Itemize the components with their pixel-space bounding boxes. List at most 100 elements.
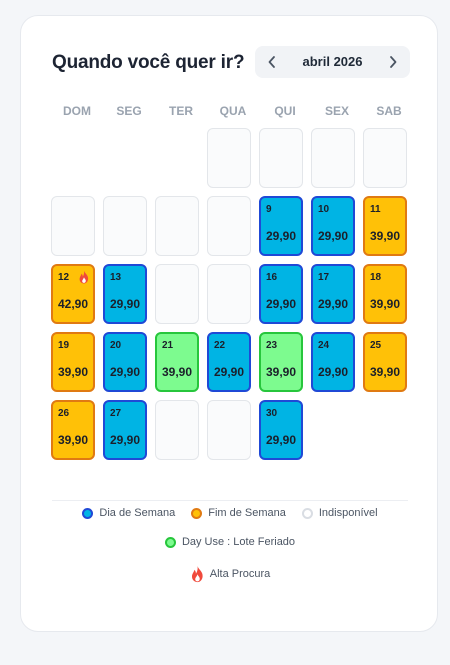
day-cell[interactable]: 19 39,90	[51, 332, 95, 392]
legend-unavailable: Indisponível	[301, 507, 378, 519]
day-cell[interactable]: 30 29,90	[259, 400, 303, 460]
day-cell[interactable]: 25 39,90	[363, 332, 407, 392]
day-price: 39,90	[370, 229, 401, 243]
day-price: 29,90	[110, 297, 141, 311]
unavailable-day-cell	[155, 196, 199, 256]
day-number: 18	[370, 272, 382, 283]
weekday-header-qui: QUI	[274, 104, 296, 118]
legend-label: Indisponível	[318, 507, 378, 519]
day-cell[interactable]: 13 29,90	[103, 264, 147, 324]
day-number: 25	[370, 340, 382, 351]
day-price: 29,90	[318, 365, 349, 379]
fire-icon	[79, 270, 89, 284]
unavailable-day-cell	[259, 128, 303, 188]
weekday-header-dom: DOM	[63, 104, 91, 118]
day-number: 10	[318, 204, 330, 215]
weekday-header-qua: QUA	[219, 104, 247, 118]
legend-row-1: Dia de Semana Fim de Semana Indisponível	[21, 507, 439, 519]
legend-high-demand: Alta Procura	[190, 565, 271, 583]
unavailable-day-cell	[207, 400, 251, 460]
weekend-dot-icon	[191, 507, 203, 519]
legend-holiday: Day Use : Lote Feriado	[164, 536, 296, 548]
day-cell[interactable]: 22 29,90	[207, 332, 251, 392]
weekday-dot-icon	[82, 507, 94, 519]
legend-label: Dia de Semana	[99, 507, 176, 519]
day-number: 17	[318, 272, 330, 283]
unavailable-day-cell	[207, 196, 251, 256]
weekday-header-ter: TER	[169, 104, 193, 118]
day-number: 21	[162, 340, 174, 351]
legend-label: Day Use : Lote Feriado	[181, 536, 296, 548]
day-cell[interactable]: 27 29,90	[103, 400, 147, 460]
unavailable-day-cell	[155, 400, 199, 460]
day-price: 29,90	[214, 365, 245, 379]
unavailable-day-cell	[207, 264, 251, 324]
weekday-header-sab: SAB	[376, 104, 402, 118]
day-cell[interactable]: 23 39,90	[259, 332, 303, 392]
day-price: 29,90	[318, 229, 349, 243]
day-price: 29,90	[110, 365, 141, 379]
chevron-right-icon	[390, 56, 397, 68]
day-price: 42,90	[58, 297, 89, 311]
legend-row-3: Alta Procura	[21, 565, 439, 583]
fire-icon	[191, 565, 203, 583]
prev-month-button[interactable]	[257, 46, 287, 78]
day-price: 39,90	[58, 365, 89, 379]
day-number: 30	[266, 408, 278, 419]
day-cell[interactable]: 9 29,90	[259, 196, 303, 256]
weekday-header-seg: SEG	[116, 104, 142, 118]
day-cell[interactable]: 21 39,90	[155, 332, 199, 392]
day-cell[interactable]: 10 29,90	[311, 196, 355, 256]
day-number: 22	[214, 340, 226, 351]
day-cell[interactable]: 11 39,90	[363, 196, 407, 256]
day-price: 29,90	[266, 229, 297, 243]
day-number: 9	[266, 204, 272, 215]
day-price: 39,90	[162, 365, 193, 379]
day-number: 19	[58, 340, 70, 351]
unavailable-day-cell	[311, 128, 355, 188]
day-number: 20	[110, 340, 122, 351]
day-cell[interactable]: 18 39,90	[363, 264, 407, 324]
legend-label: Alta Procura	[209, 568, 271, 580]
next-month-button[interactable]	[378, 46, 408, 78]
day-number: 12	[58, 272, 70, 283]
day-price: 29,90	[266, 297, 297, 311]
legend-divider	[52, 500, 408, 501]
day-price: 39,90	[370, 297, 401, 311]
day-number: 16	[266, 272, 278, 283]
day-cell[interactable]: 20 29,90	[103, 332, 147, 392]
day-number: 27	[110, 408, 122, 419]
legend-weekend: Fim de Semana	[191, 507, 286, 519]
day-price: 39,90	[58, 433, 89, 447]
day-price: 39,90	[370, 365, 401, 379]
day-cell[interactable]: 17 29,90	[311, 264, 355, 324]
day-number: 11	[370, 204, 381, 215]
day-price: 29,90	[266, 433, 297, 447]
unavailable-dot-icon	[301, 507, 313, 519]
day-cell[interactable]: 12 42,90	[51, 264, 95, 324]
day-number: 23	[266, 340, 278, 351]
unavailable-day-cell	[207, 128, 251, 188]
weekday-header-sex: SEX	[324, 104, 349, 118]
unavailable-day-cell	[155, 264, 199, 324]
unavailable-day-cell	[103, 196, 147, 256]
legend-row-2: Day Use : Lote Feriado	[21, 536, 439, 548]
day-cell[interactable]: 26 39,90	[51, 400, 95, 460]
day-price: 39,90	[266, 365, 297, 379]
day-number: 24	[318, 340, 330, 351]
legend-label: Fim de Semana	[208, 507, 286, 519]
unavailable-day-cell	[51, 196, 95, 256]
day-number: 26	[58, 408, 70, 419]
page-title: Quando você quer ir?	[52, 52, 245, 73]
day-cell[interactable]: 16 29,90	[259, 264, 303, 324]
holiday-dot-icon	[164, 536, 176, 548]
day-price: 29,90	[110, 433, 141, 447]
month-navigator: abril 2026	[255, 46, 410, 78]
day-number: 13	[110, 272, 122, 283]
day-price: 29,90	[318, 297, 349, 311]
unavailable-day-cell	[363, 128, 407, 188]
day-cell[interactable]: 24 29,90	[311, 332, 355, 392]
month-label: abril 2026	[302, 54, 363, 69]
chevron-left-icon	[268, 56, 275, 68]
calendar-card: Quando você quer ir? abril 2026 DOM SEG …	[20, 15, 438, 632]
